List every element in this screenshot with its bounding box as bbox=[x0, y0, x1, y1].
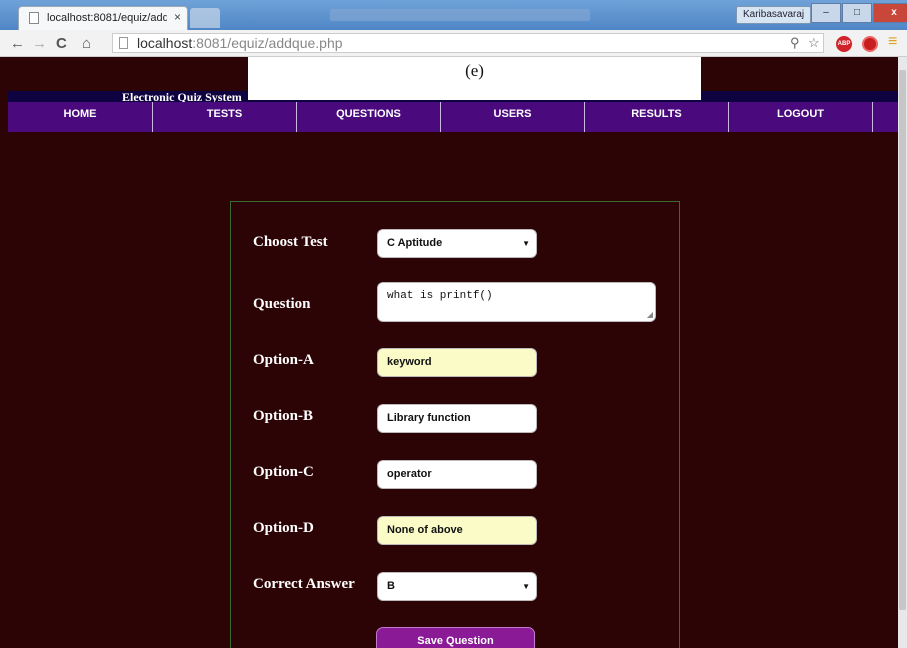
page-content: Electronic Quiz System HOME TESTS QUESTI… bbox=[8, 57, 898, 648]
minimize-button[interactable]: – bbox=[811, 3, 841, 23]
new-tab-button[interactable] bbox=[190, 8, 220, 28]
nav-home[interactable]: HOME bbox=[8, 102, 153, 132]
adblock-icon[interactable]: ABP bbox=[836, 36, 852, 52]
test-select[interactable]: C Aptitude ▼ bbox=[377, 229, 537, 258]
option-a-label: Option-A bbox=[253, 352, 314, 368]
add-question-form: Choost Test C Aptitude ▼ Question what i… bbox=[230, 201, 680, 648]
page-icon bbox=[29, 12, 39, 24]
dropdown-arrow-icon: ▼ bbox=[522, 582, 530, 591]
main-nav: HOME TESTS QUESTIONS USERS RESULTS LOGOU… bbox=[8, 102, 898, 132]
resize-grip-icon[interactable]: ◢ bbox=[647, 310, 653, 320]
option-d-input[interactable]: None of above bbox=[377, 516, 537, 545]
nav-logout[interactable]: LOGOUT bbox=[729, 102, 873, 132]
browser-tab[interactable]: localhost:8081/equiz/add × bbox=[18, 6, 188, 30]
home-icon[interactable]: ⌂ bbox=[82, 35, 91, 52]
menu-icon[interactable]: ≡ bbox=[888, 33, 897, 51]
save-question-button[interactable]: Save Question bbox=[376, 627, 535, 648]
maximize-button[interactable]: □ bbox=[842, 3, 872, 23]
close-window-button[interactable]: x bbox=[873, 3, 907, 23]
question-textarea[interactable]: what is printf() ◢ bbox=[377, 282, 656, 322]
option-d-label: Option-D bbox=[253, 520, 314, 536]
nav-users[interactable]: USERS bbox=[441, 102, 585, 132]
nav-questions[interactable]: QUESTIONS bbox=[297, 102, 441, 132]
test-select-value: C Aptitude bbox=[387, 237, 443, 249]
option-c-input[interactable]: operator bbox=[377, 460, 537, 489]
star-icon[interactable]: ☆ bbox=[808, 35, 820, 51]
option-b-label: Option-B bbox=[253, 408, 314, 424]
question-label: Question bbox=[253, 296, 311, 312]
zoom-icon[interactable]: ⚲ bbox=[790, 35, 800, 51]
figure-caption: (e) bbox=[465, 61, 484, 80]
answer-select[interactable]: B ▼ bbox=[377, 572, 537, 601]
scrollbar-thumb[interactable] bbox=[899, 70, 906, 610]
nav-tests[interactable]: TESTS bbox=[153, 102, 297, 132]
reload-icon[interactable]: C bbox=[56, 35, 67, 52]
stop-extension-icon[interactable] bbox=[862, 36, 878, 52]
window-controls: – □ x bbox=[810, 3, 907, 23]
blurred-title bbox=[330, 9, 590, 21]
option-c-label: Option-C bbox=[253, 464, 314, 480]
url-input[interactable]: localhost:8081/equiz/addque.php bbox=[112, 33, 824, 53]
nav-results[interactable]: RESULTS bbox=[585, 102, 729, 132]
option-a-input[interactable]: keyword bbox=[377, 348, 537, 377]
answer-label: Correct Answer bbox=[253, 576, 355, 592]
answer-select-value: B bbox=[387, 580, 395, 592]
address-bar: ← → C ⌂ localhost:8081/equiz/addque.php bbox=[0, 30, 907, 57]
figure-caption-box: (e) bbox=[248, 57, 701, 100]
option-b-input[interactable]: Library function bbox=[377, 404, 537, 433]
question-text: what is printf() bbox=[387, 290, 493, 302]
dropdown-arrow-icon: ▼ bbox=[522, 239, 530, 248]
url-text: localhost:8081/equiz/addque.php bbox=[137, 35, 343, 51]
back-arrow-icon[interactable]: ← bbox=[10, 35, 25, 52]
page-icon bbox=[119, 37, 128, 49]
profile-badge[interactable]: Karibasavaraj bbox=[736, 6, 812, 24]
browser-titlebar: localhost:8081/equiz/add × Karibasavaraj… bbox=[0, 0, 907, 30]
tab-close-icon[interactable]: × bbox=[174, 10, 181, 24]
forward-arrow-icon[interactable]: → bbox=[32, 35, 47, 52]
tab-title: localhost:8081/equiz/add bbox=[47, 12, 167, 24]
test-label: Choost Test bbox=[253, 234, 328, 250]
